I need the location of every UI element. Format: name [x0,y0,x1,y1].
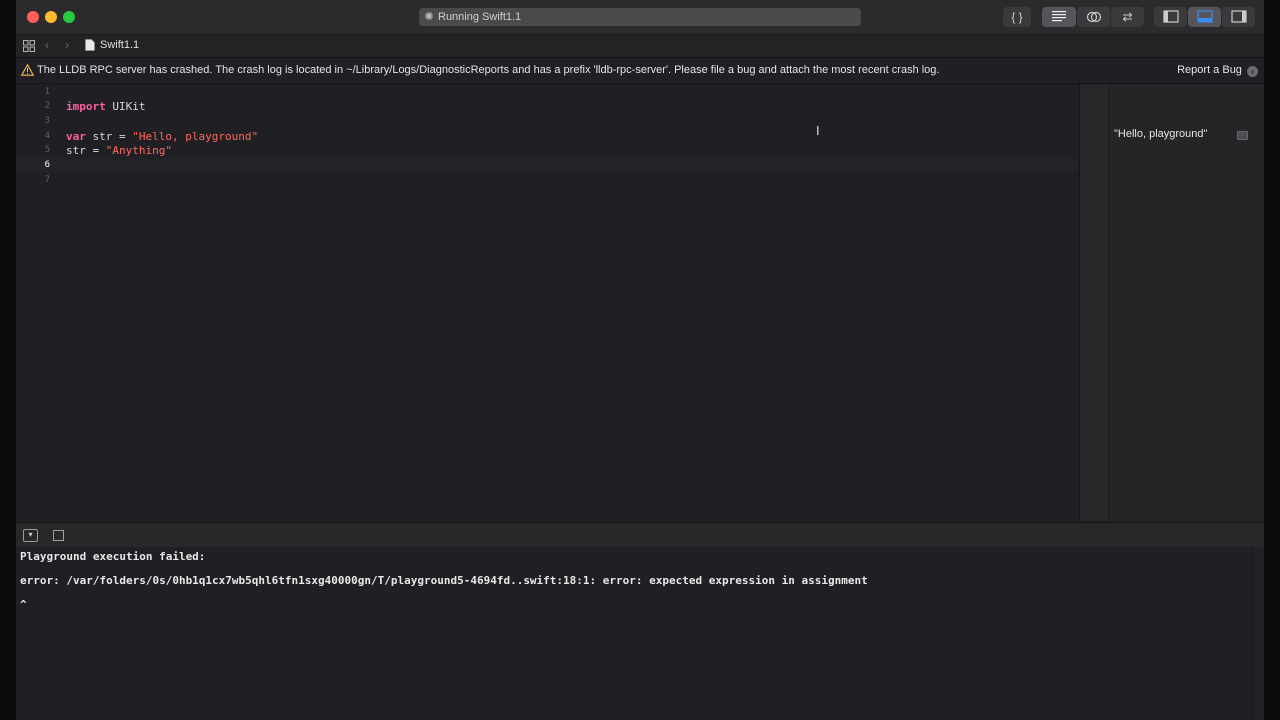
hide-debug-area-icon[interactable]: ▾ [23,529,38,542]
lldb-crash-warning-bar: The LLDB RPC server has crashed. The cra… [16,58,1264,84]
code-line: 2 import UIKit [16,99,1078,114]
activity-text: Running Swift1.1 [438,11,522,23]
code-line: 1 [16,85,1078,100]
warning-message: The LLDB RPC server has crashed. The cra… [37,64,940,76]
debug-bar: ▾ [16,522,1264,548]
braces-icon: { } [1011,10,1023,24]
bottom-panel-icon [1196,10,1213,23]
console-line: ^ [20,598,27,611]
string-token: "Hello, playground" [132,130,259,143]
line-number: 7 [44,175,50,185]
results-gutter [1080,84,1109,521]
xcode-window: ✺ Running Swift1.1 { } ⇄ ‹ › Swift1.1 Th… [16,0,1264,720]
left-panel-icon [1162,10,1179,23]
jump-bar-file-label[interactable]: Swift1.1 [100,39,139,51]
keyword-token: var [66,130,86,143]
line-number: 1 [44,87,50,97]
version-editor-button[interactable]: ⇄ [1111,7,1144,27]
console-toggle-icon[interactable] [53,530,64,541]
activity-viewer: ✺ Running Swift1.1 [419,8,861,26]
line-number: 3 [44,116,50,126]
report-a-bug-label: Report a Bug [1177,64,1242,76]
result-value[interactable]: "Hello, playground" [1114,128,1207,140]
code-line: 4 var str = "Hello, playground" [16,129,1078,144]
assistant-editor-icon [1086,11,1101,23]
string-token: "Anything" [105,144,172,157]
assistant-editor-button[interactable] [1077,7,1110,27]
console-line: error: /var/folders/0s/0hb1q1cx7wb5qhl6t… [20,574,868,587]
version-editor-icon: ⇄ [1122,10,1133,24]
standard-editor-button[interactable] [1042,7,1076,27]
standard-editor-icon [1052,11,1066,22]
close-window-button[interactable] [27,11,39,23]
warning-triangle-icon [21,64,34,76]
library-button[interactable]: { } [1003,7,1031,27]
spinner-icon: ✺ [424,11,434,23]
identifier-token: UIKit [105,100,146,113]
jump-bar: ‹ › Swift1.1 [16,35,1264,58]
code-text: import UIKit [66,99,146,114]
results-sidebar: "Hello, playground" [1079,84,1264,521]
code-text: str = "Anything" [66,143,172,158]
source-editor[interactable]: 1 2 import UIKit 3 4 var str = "Hello, p… [16,84,1078,521]
code-line: 3 [16,114,1078,129]
zoom-window-button[interactable] [63,11,75,23]
console-scrollbar[interactable] [1252,547,1264,720]
right-panel-icon [1230,10,1247,23]
ibeam-cursor-icon: I [816,123,820,138]
console-line: Playground execution failed: [20,550,206,563]
code-line: 5 str = "Anything" [16,143,1078,158]
code-text: var str = "Hello, playground" [66,129,258,144]
minimize-window-button[interactable] [45,11,57,23]
back-chevron-icon[interactable]: ‹ [45,38,49,52]
quick-look-icon[interactable] [1237,131,1248,140]
line-number: 5 [44,145,50,155]
identifier-token: str = [66,144,106,157]
line-number: 4 [44,131,50,141]
toggle-navigator-button[interactable] [1154,7,1187,27]
line-number: 6 [44,160,50,170]
line-number: 2 [44,101,50,111]
current-code-line: 6 [16,158,1078,173]
console-output[interactable]: Playground execution failed: error: /var… [16,547,1252,720]
report-a-bug-link[interactable]: Report a Bug › [1177,58,1258,83]
title-bar: ✺ Running Swift1.1 { } ⇄ [16,0,1264,35]
arrow-circle-icon: › [1247,66,1258,77]
code-line: 7 [16,173,1078,188]
toggle-inspector-button[interactable] [1222,7,1255,27]
keyword-token: import [66,100,106,113]
identifier-token: str = [85,130,133,143]
toggle-debug-area-button[interactable] [1188,7,1221,27]
swift-file-icon [85,39,95,51]
related-items-grid-icon[interactable] [23,40,35,52]
forward-chevron-icon[interactable]: › [65,38,69,52]
